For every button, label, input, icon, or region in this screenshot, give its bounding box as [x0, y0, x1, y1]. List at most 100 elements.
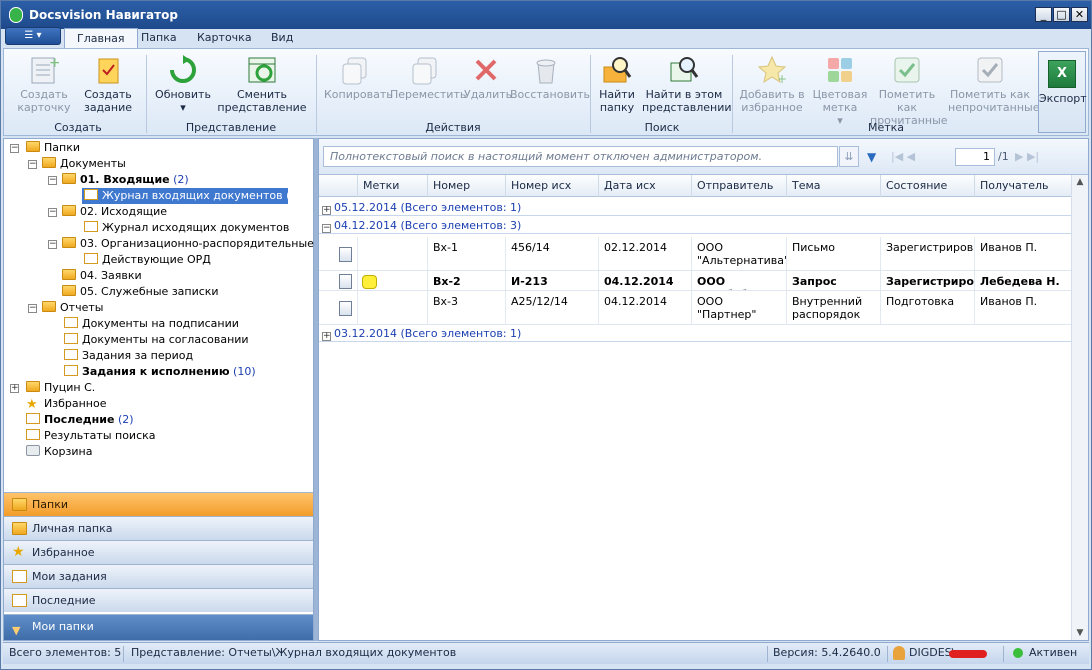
tree-node-docs-signing[interactable]: Документы на подписании [64, 316, 239, 332]
group-mark-label: Метка [867, 121, 905, 134]
cell-out-date: 04.12.2014 [598, 271, 691, 290]
page-input[interactable]: 1 [955, 148, 995, 166]
journal-icon [64, 333, 78, 344]
ribbon-separator [732, 55, 733, 133]
refresh-button[interactable]: Обновить ▾ [154, 53, 212, 114]
vertical-scrollbar[interactable]: ▲ ▼ [1071, 175, 1088, 640]
mark-read-button[interactable]: Пометить как прочитанные [870, 53, 948, 127]
grid-header: Метки Номер Номер исх Дата исх Отправите… [319, 175, 1071, 197]
page-first-icon[interactable]: |◀ ◀ [891, 150, 915, 163]
cell-recipient: Иванов П. [974, 291, 1071, 324]
nav-personal-folder[interactable]: Личная папка [4, 516, 313, 540]
column-out-number[interactable]: Номер исх [505, 175, 598, 197]
folder-icon [62, 285, 76, 296]
user-icon [893, 646, 905, 660]
tree-node-search-results[interactable]: Результаты поиска [26, 428, 156, 444]
table-row[interactable]: Вх-1 456/14 02.12.2014 ООО "Альтернатива… [319, 237, 1071, 271]
delete-icon [471, 55, 501, 85]
recent-icon [26, 413, 40, 424]
document-icon [339, 274, 352, 289]
cell-number: Вх-1 [427, 237, 505, 270]
restore-button[interactable]: Восстановить [510, 53, 590, 101]
tab-view[interactable]: Вид [259, 28, 305, 48]
tree-node-requests[interactable]: 04. Заявки [62, 268, 142, 284]
page-last-icon[interactable]: ▶ ▶| [1015, 150, 1039, 163]
tree-node-memos[interactable]: 05. Служебные записки [62, 284, 219, 300]
app-menu-button[interactable]: ☰ ▾ [5, 27, 61, 45]
cell-out-date: 02.12.2014 [598, 237, 691, 270]
tree-node-incoming-journal[interactable]: Журнал входящих документов (3) [82, 188, 302, 204]
copy-button[interactable]: Копировать [324, 53, 393, 101]
column-out-date[interactable]: Дата исх [598, 175, 691, 197]
window-title: Docsvision Навигатор [29, 8, 178, 22]
close-button[interactable]: ✕ [1071, 7, 1088, 22]
title-bar: Docsvision Навигатор _ □ ✕ [1, 1, 1091, 29]
nav-favorites[interactable]: ★ Избранное [4, 540, 313, 564]
change-view-button[interactable]: Сменить представление [216, 53, 308, 114]
column-state[interactable]: Состояние [880, 175, 974, 197]
minimize-button[interactable]: _ [1035, 7, 1052, 22]
export-button[interactable]: X Экспорт [1038, 51, 1087, 133]
nav-recent[interactable]: Последние [4, 588, 313, 612]
cell-out-number: И-213 [505, 271, 598, 290]
search-clear-icon[interactable]: ⇊ [839, 146, 859, 167]
tab-home[interactable]: Главная [64, 28, 138, 49]
column-subject[interactable]: Тема [786, 175, 880, 197]
tab-folder[interactable]: Папка [129, 28, 189, 48]
group-row[interactable]: +05.12.2014 (Всего элементов: 1) [319, 201, 1071, 216]
tab-card[interactable]: Карточка [185, 28, 264, 48]
delete-button[interactable]: Удалить [464, 53, 512, 101]
nav-my-tasks[interactable]: Мои задания [4, 564, 313, 588]
tree-node-trash[interactable]: Корзина [26, 444, 92, 460]
column-sender[interactable]: Отправитель [691, 175, 786, 197]
group-view-label: Представление [185, 121, 277, 134]
search-input[interactable]: Полнотекстовый поиск в настоящий момент … [323, 146, 838, 167]
refresh-icon [168, 55, 198, 85]
create-task-button[interactable]: Создать задание [80, 53, 136, 114]
find-folder-icon [602, 55, 632, 85]
cell-marks [357, 271, 427, 290]
column-recipient[interactable]: Получатель [974, 175, 1071, 197]
svg-text:+: + [777, 72, 787, 85]
folder-icon [62, 237, 76, 248]
cell-number: Вх-3 [427, 291, 505, 324]
table-row[interactable]: Вх-2 И-213 04.12.2014 ООО "Снабсбыт" Зап… [319, 271, 1071, 291]
check-icon [975, 55, 1005, 85]
cell-state: Зарегистрирован [880, 237, 974, 270]
table-row[interactable]: Вх-3 А25/12/14 04.12.2014 ООО "Партнер" … [319, 291, 1071, 325]
svg-text:+: + [49, 55, 59, 71]
tree-node-docs-approval[interactable]: Документы на согласовании [64, 332, 249, 348]
scroll-down-icon[interactable]: ▼ [1072, 628, 1088, 638]
nav-folders[interactable]: Папки [4, 492, 313, 516]
document-icon [339, 301, 352, 316]
move-button[interactable]: Переместить [390, 53, 466, 101]
tree-node-recent[interactable]: Последние (2) [26, 412, 134, 428]
mark-unread-button[interactable]: Пометить как непрочитанные [948, 53, 1040, 114]
column-number[interactable]: Номер [427, 175, 505, 197]
maximize-button[interactable]: □ [1053, 7, 1070, 22]
filter-icon[interactable]: ▼ [867, 150, 876, 164]
document-icon [339, 247, 352, 262]
group-row[interactable]: −04.12.2014 (Всего элементов: 3) [319, 219, 1071, 234]
create-card-button[interactable]: + Создать карточку [16, 53, 72, 114]
find-folder-button[interactable]: Найти папку [596, 53, 638, 114]
group-actions-label: Действия [425, 121, 481, 134]
journal-icon [84, 189, 98, 200]
tree-node-tasks-period[interactable]: Задания за период [64, 348, 193, 364]
tree-node-favorites[interactable]: ★ Избранное [26, 396, 106, 412]
scroll-up-icon[interactable]: ▲ [1072, 177, 1088, 187]
column-marks[interactable]: Метки [357, 175, 427, 197]
tree-node-tasks-execution[interactable]: Задания к исполнению (10) [64, 364, 256, 380]
status-version: Версия: 5.4.2640.0 [773, 646, 881, 659]
add-favorite-button[interactable]: + Добавить в избранное [738, 53, 806, 114]
excel-icon: X [1048, 60, 1076, 88]
journal-icon [84, 253, 98, 264]
tree-node-outgoing-journal[interactable]: Журнал исходящих документов [84, 220, 289, 236]
cell-sender: ООО "Снабсбыт" [691, 271, 786, 290]
find-in-view-button[interactable]: Найти в этом представлении [642, 53, 732, 114]
recycle-bin-icon [531, 55, 561, 85]
nav-my-folders[interactable]: ▼ Мои папки [4, 614, 313, 640]
group-row[interactable]: +03.12.2014 (Всего элементов: 1) [319, 327, 1071, 342]
tree-node-active-ord[interactable]: Действующие ОРД [84, 252, 211, 268]
color-mark-button[interactable]: Цветовая метка ▾ [810, 53, 870, 127]
